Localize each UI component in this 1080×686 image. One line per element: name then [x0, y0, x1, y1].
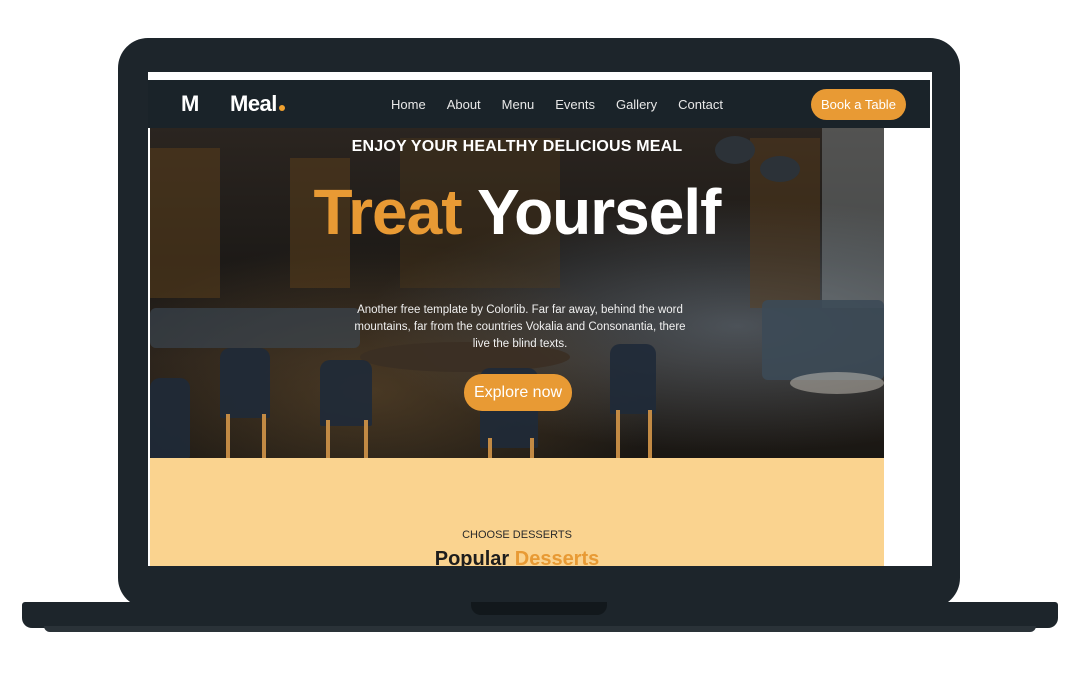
chair-decor	[220, 348, 270, 418]
laptop-notch	[471, 602, 607, 615]
nav-link-events[interactable]: Events	[555, 97, 595, 112]
hero-title: Treat Yourself	[150, 180, 884, 244]
nav-link-about[interactable]: About	[447, 97, 481, 112]
logo-text: Meal	[230, 91, 277, 116]
chair-decor	[320, 360, 372, 426]
hero-title-rest: Yourself	[477, 176, 721, 248]
chair-leg-decor	[326, 420, 330, 458]
chair-leg-decor	[226, 414, 230, 458]
nav-link-home[interactable]: Home	[391, 97, 426, 112]
hero-section: ENJOY YOUR HEALTHY DELICIOUS MEAL Treat …	[150, 128, 884, 458]
nav-link-gallery[interactable]: Gallery	[616, 97, 657, 112]
hero-kicker: ENJOY YOUR HEALTHY DELICIOUS MEAL	[351, 138, 683, 155]
book-table-button[interactable]: Book a Table	[811, 89, 906, 120]
chair-leg-decor	[262, 414, 266, 458]
chair-decor	[610, 344, 656, 414]
table-decor	[790, 372, 884, 394]
logo-dot-icon	[278, 105, 285, 111]
booth-seat-decor	[762, 300, 884, 380]
chair-leg-decor	[364, 420, 368, 458]
hero-title-accent: Treat	[313, 176, 463, 248]
desserts-title-accent: Desserts	[514, 548, 600, 566]
pendant-lamp-decor	[760, 156, 800, 182]
chair-leg-decor	[648, 410, 652, 458]
desserts-section: CHOOSE DESSERTS Popular Desserts	[150, 458, 884, 566]
logo-mark[interactable]: M	[181, 91, 199, 117]
nav-link-contact[interactable]: Contact	[678, 97, 723, 112]
bench-decor	[150, 308, 360, 348]
desserts-title: Popular Desserts	[150, 548, 884, 566]
laptop-screen: M Meal Home About Menu Events Gallery Co…	[148, 72, 932, 566]
hero-description: Another free template by Colorlib. Far f…	[354, 303, 686, 350]
laptop-base-foot	[44, 626, 1036, 632]
chair-leg-decor	[488, 438, 492, 458]
nav-links: Home About Menu Events Gallery Contact	[391, 97, 744, 112]
logo[interactable]: Meal	[230, 91, 285, 117]
chair-leg-decor	[616, 410, 620, 458]
explore-now-button[interactable]: Explore now	[464, 374, 572, 411]
chair-decor	[150, 378, 190, 458]
navbar: M Meal Home About Menu Events Gallery Co…	[148, 80, 930, 128]
desserts-title-main: Popular	[434, 548, 510, 566]
nav-link-menu[interactable]: Menu	[502, 97, 535, 112]
chair-leg-decor	[530, 438, 534, 458]
desserts-kicker: CHOOSE DESSERTS	[462, 529, 572, 541]
